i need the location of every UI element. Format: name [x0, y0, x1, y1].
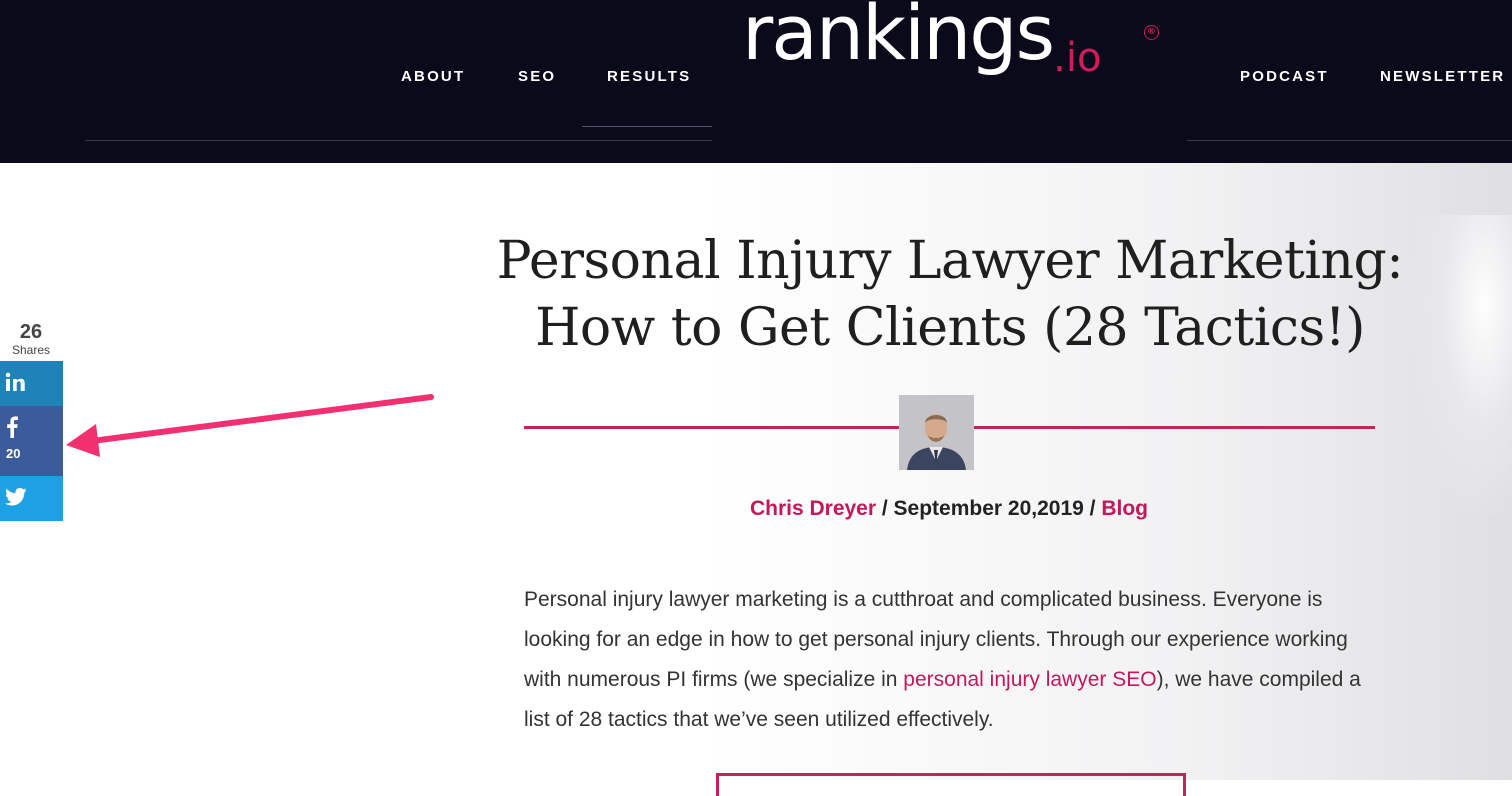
author-avatar[interactable] — [899, 395, 974, 470]
title-line-1: Personal Injury Lawyer Marketing: — [496, 231, 1404, 291]
nav-seo[interactable]: SEO — [518, 68, 556, 85]
intro-paragraph: Personal injury lawyer marketing is a cu… — [524, 580, 1374, 740]
page-title: Personal Injury Lawyer Marketing: How to… — [470, 228, 1430, 362]
category-link[interactable]: Blog — [1101, 497, 1148, 520]
title-line-2: How to Get Clients (28 Tactics!) — [535, 298, 1365, 358]
publish-date: September 20,2019 — [893, 497, 1084, 520]
nav-newsletter[interactable]: NEWSLETTER — [1380, 68, 1505, 85]
meta-separator-2: / — [1083, 497, 1102, 520]
nav-results[interactable]: RESULTS — [607, 68, 691, 85]
title-divider-left — [524, 426, 899, 429]
article-meta: Chris Dreyer / September 20,2019 / Blog — [524, 497, 1374, 521]
annotation-arrow — [66, 394, 434, 457]
meta-separator: / — [876, 497, 894, 520]
pi-seo-link[interactable]: personal injury lawyer SEO — [903, 668, 1156, 691]
site-logo[interactable]: rankings.io ® — [742, 0, 1159, 95]
twitter-share-button[interactable] — [0, 476, 63, 521]
nav-podcast[interactable]: PODCAST — [1240, 68, 1329, 85]
author-link[interactable]: Chris Dreyer — [750, 497, 876, 520]
title-divider-right — [974, 426, 1375, 429]
header-divider-right — [1187, 140, 1512, 141]
registered-mark: ® — [1144, 25, 1159, 40]
twitter-icon — [5, 487, 27, 511]
table-of-contents-box — [716, 773, 1186, 796]
logo-suffix: .io — [1053, 35, 1102, 81]
logo-wordmark: rankings — [742, 0, 1055, 77]
nav-active-indicator — [582, 126, 712, 127]
